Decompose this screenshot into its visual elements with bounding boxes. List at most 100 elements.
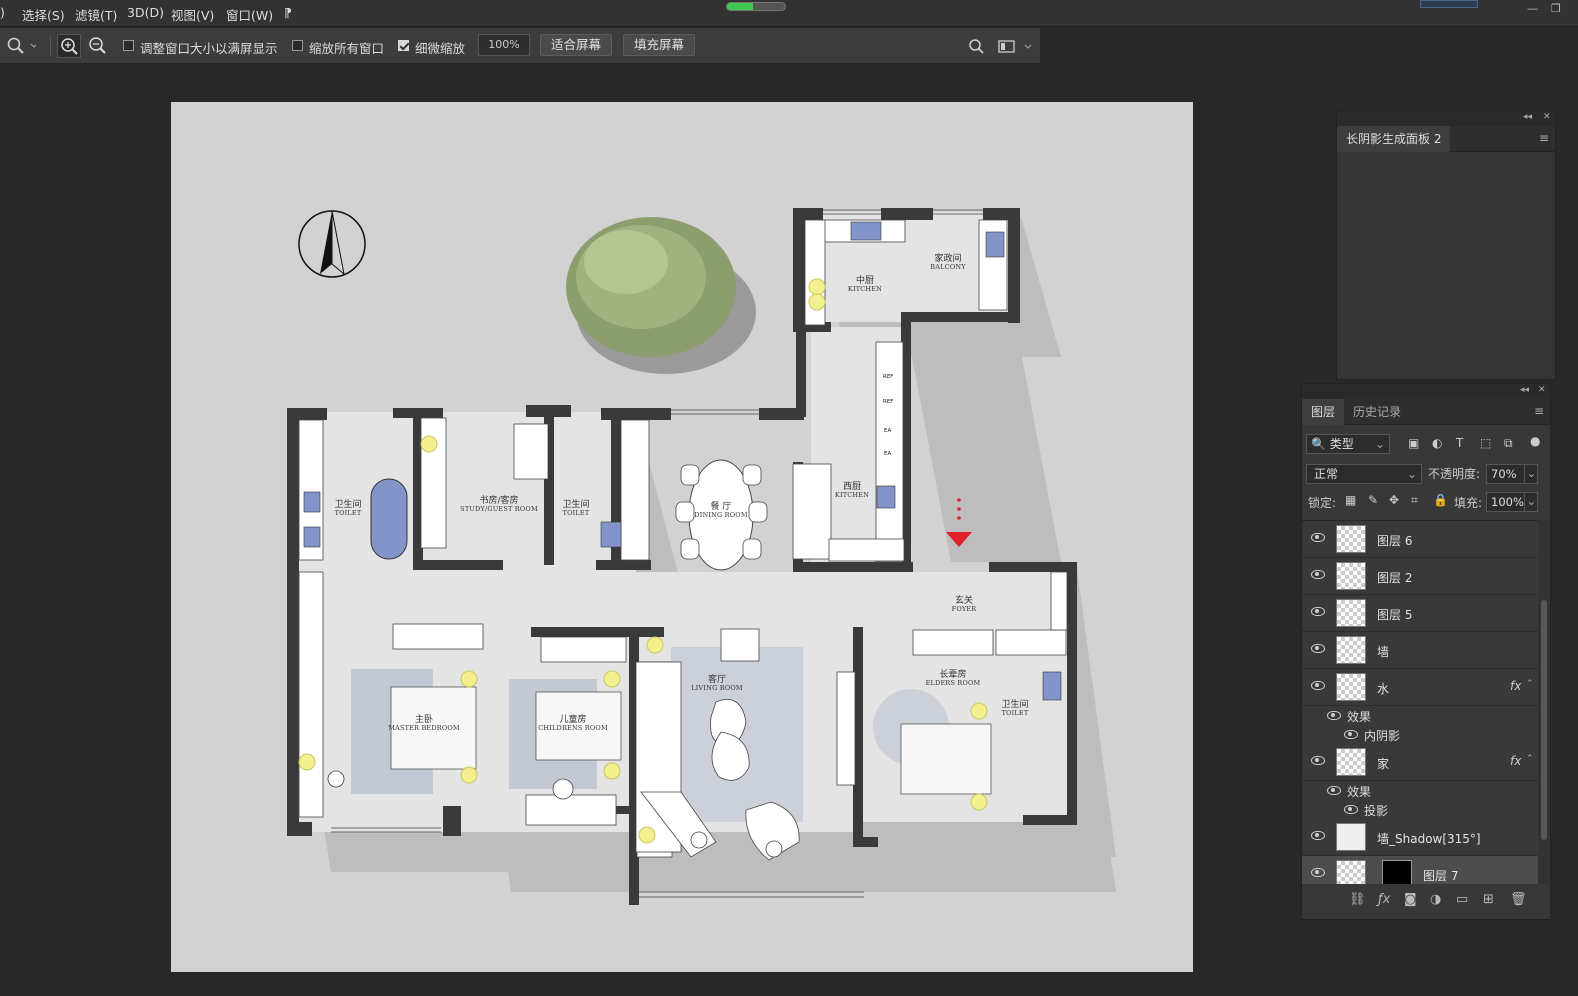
layer-name: 墙_Shadow[315°] — [1377, 832, 1481, 846]
menu-window[interactable]: 窗口(W) — [226, 5, 273, 24]
effect-row[interactable]: 内阴影 — [1302, 725, 1538, 744]
zoom-all-windows-checkbox[interactable] — [292, 40, 303, 51]
lock-artboard-icon[interactable]: ⌗ — [1411, 493, 1418, 508]
tab-history[interactable]: 历史记录 — [1344, 399, 1410, 425]
chevron-down-icon[interactable]: ⌄ — [1524, 492, 1538, 512]
collapse-icon[interactable]: ◂◂ — [1523, 112, 1532, 122]
close-icon[interactable]: ✕ — [1543, 112, 1551, 122]
text-filter-icon[interactable]: T — [1456, 436, 1463, 450]
eye-icon[interactable] — [1311, 570, 1325, 579]
eye-icon[interactable] — [1344, 730, 1358, 739]
panel-menu-icon[interactable]: ≡ — [1534, 404, 1544, 418]
document-canvas[interactable]: 中厨 KITCHEN 家政间 BALCONY 卫生间 TOILET 书房/客房 STUD… — [171, 102, 1193, 972]
menu-filter[interactable]: 滤镜(T) — [75, 5, 117, 24]
layer-thumbnail — [1336, 599, 1366, 627]
eye-icon[interactable] — [1311, 756, 1325, 765]
chevron-up-icon[interactable]: ⌃ — [1526, 754, 1534, 764]
effects-row[interactable]: 效果 — [1302, 706, 1538, 725]
workspace-icon[interactable] — [998, 39, 1034, 55]
close-icon[interactable]: ✕ — [1538, 385, 1546, 395]
layer-mask-thumbnail[interactable] — [1382, 860, 1412, 884]
menu-view[interactable]: 视图(V) — [171, 5, 214, 24]
layer-row[interactable]: 图层 6 — [1302, 521, 1538, 558]
adjustment-filter-icon[interactable]: ◐ — [1432, 436, 1442, 450]
add-mask-icon[interactable]: ◙ — [1404, 892, 1417, 907]
blend-mode-value: 正常 — [1314, 467, 1339, 481]
eye-icon[interactable] — [1344, 805, 1358, 814]
lock-paint-icon[interactable]: ✎ — [1368, 493, 1378, 507]
layer-list: 图层 6 图层 2 图层 5 墙 水 fx ⌃ 效果 内阴影 家 fx ⌃ 效果… — [1302, 520, 1538, 884]
fx-icon[interactable]: fx — [1510, 754, 1521, 768]
fit-window-label: 调整窗口大小以满屏显示 — [140, 41, 278, 56]
search-icon[interactable] — [968, 38, 986, 56]
layer-name: 图层 5 — [1377, 608, 1413, 622]
menu-select[interactable]: 选择(S) — [22, 5, 65, 24]
zoom-tool-icon[interactable] — [6, 37, 36, 55]
image-filter-icon[interactable]: ▣ — [1408, 436, 1419, 450]
chevron-down-icon[interactable]: ⌄ — [1524, 464, 1538, 484]
panel-tabrow: 长阴影生成面板 2 ≡ — [1337, 126, 1555, 152]
layer-row[interactable]: 图层 2 — [1302, 558, 1538, 595]
zoom-in-icon[interactable] — [57, 34, 81, 58]
mini-widget — [1420, 0, 1478, 8]
room-label-toilet-2: 卫生间 TOILET — [562, 500, 590, 518]
eye-icon[interactable] — [1311, 681, 1325, 690]
menu-fragment-left[interactable]: ) — [0, 5, 5, 20]
effects-label: 效果 — [1347, 785, 1372, 799]
layer-thumbnail — [1336, 525, 1366, 553]
menu-fragment-right[interactable]: ⁋ — [284, 5, 292, 20]
smartobject-filter-icon[interactable]: ⧉ — [1504, 436, 1513, 451]
layer-thumbnail — [1336, 636, 1366, 664]
scrubby-zoom-checkbox[interactable] — [398, 40, 409, 51]
fx-add-icon[interactable]: ƒx — [1378, 892, 1390, 907]
layer-filter-select[interactable]: 🔍 类型 ⌄ — [1306, 434, 1390, 454]
eye-icon[interactable] — [1327, 711, 1341, 720]
layer-row[interactable]: 墙_Shadow[315°] — [1302, 819, 1538, 856]
chevron-up-icon[interactable]: ⌃ — [1526, 679, 1534, 689]
blend-mode-select[interactable]: 正常 ⌄ — [1306, 464, 1422, 484]
new-layer-icon[interactable]: ⊞ — [1483, 892, 1494, 907]
restore-icon[interactable]: ❐ — [1551, 2, 1561, 15]
zoom-percent-field[interactable]: 100% — [478, 34, 530, 56]
fill-screen-button[interactable]: 填充屏幕 — [623, 34, 695, 56]
new-group-icon[interactable]: ▭ — [1456, 892, 1468, 907]
lock-all-icon[interactable]: 🔒 — [1433, 493, 1448, 507]
layer-row-selected[interactable]: 图层 7 — [1302, 856, 1538, 884]
shape-filter-icon[interactable]: ⬚ — [1480, 436, 1491, 450]
eye-icon[interactable] — [1311, 607, 1325, 616]
fx-icon[interactable]: fx — [1510, 679, 1521, 693]
zoom-all-windows-label: 缩放所有窗口 — [309, 41, 385, 56]
layer-row[interactable]: 图层 5 — [1302, 595, 1538, 632]
layer-row[interactable]: 墙 — [1302, 632, 1538, 669]
link-layers-icon[interactable]: ⛓ — [1349, 892, 1366, 907]
fill-field[interactable]: 100% ⌄ — [1486, 492, 1538, 512]
eye-icon[interactable] — [1327, 786, 1341, 795]
lock-transparent-icon[interactable]: ▦ — [1345, 493, 1356, 507]
layer-row[interactable]: 家 fx ⌃ — [1302, 744, 1538, 781]
layer-row[interactable]: 水 fx ⌃ — [1302, 669, 1538, 706]
adjustment-layer-icon[interactable]: ◑ — [1430, 892, 1441, 907]
eye-icon[interactable] — [1311, 644, 1325, 653]
delete-layer-icon[interactable]: 🗑 — [1510, 892, 1527, 907]
eye-icon[interactable] — [1311, 868, 1325, 877]
minimize-icon[interactable]: — — [1527, 2, 1538, 15]
filter-toggle-icon[interactable]: ● — [1530, 434, 1540, 448]
collapse-icon[interactable]: ◂◂ — [1520, 385, 1529, 395]
scrollbar-thumb[interactable] — [1541, 600, 1547, 840]
zoom-out-icon[interactable] — [86, 34, 110, 58]
effects-row[interactable]: 效果 — [1302, 781, 1538, 800]
fit-window-checkbox[interactable] — [123, 40, 134, 51]
lock-position-icon[interactable]: ✥ — [1389, 493, 1399, 507]
progress-indicator — [726, 2, 786, 11]
opacity-field[interactable]: 70% ⌄ — [1486, 464, 1538, 484]
menu-3d[interactable]: 3D(D) — [127, 5, 164, 20]
effect-row[interactable]: 投影 — [1302, 800, 1538, 819]
panel-menu-icon[interactable]: ≡ — [1539, 131, 1549, 145]
tab-layers[interactable]: 图层 — [1302, 399, 1345, 425]
layer-list-scrollbar[interactable] — [1538, 520, 1550, 884]
options-bar: 调整窗口大小以满屏显示 缩放所有窗口 细微缩放 100% 适合屏幕 填充屏幕 — [0, 28, 1040, 64]
eye-icon[interactable] — [1311, 533, 1325, 542]
fit-screen-button[interactable]: 适合屏幕 — [540, 34, 612, 56]
tab-long-shadow[interactable]: 长阴影生成面板 2 — [1337, 126, 1451, 152]
eye-icon[interactable] — [1311, 831, 1325, 840]
